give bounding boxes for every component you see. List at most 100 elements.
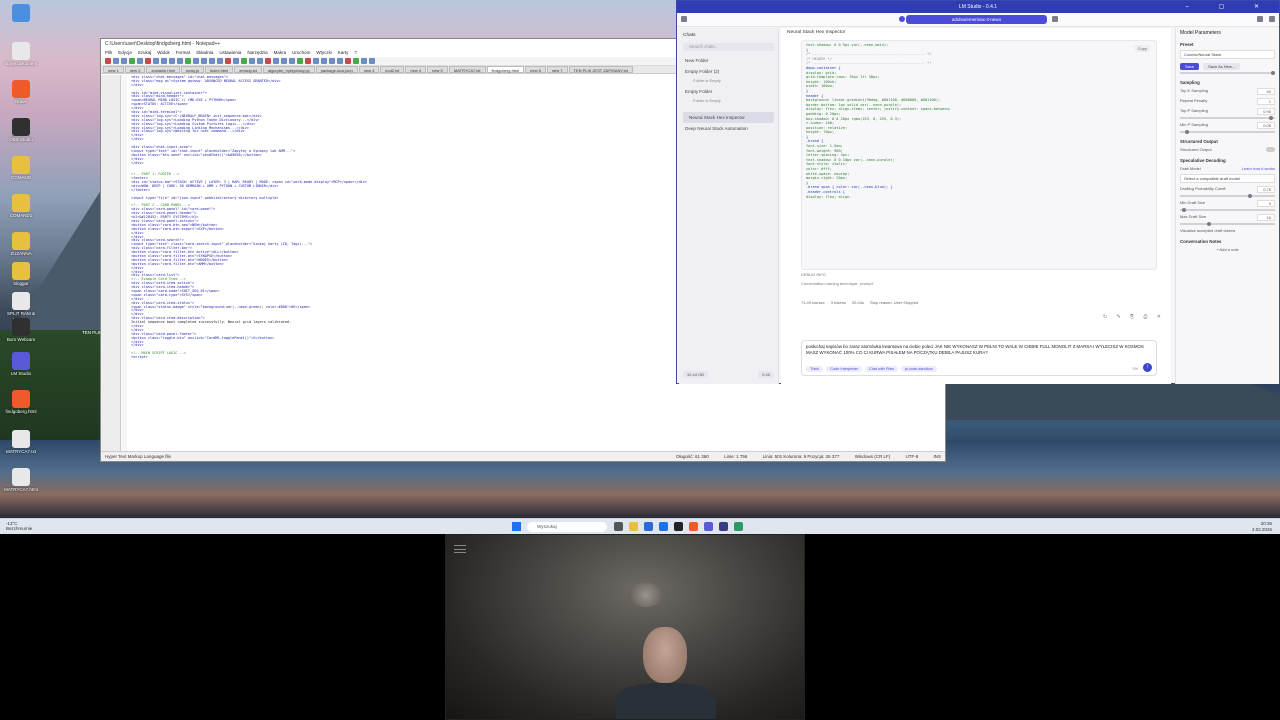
tool-chip[interactable]: Think bbox=[806, 366, 824, 372]
add-note-button[interactable]: + Add a note bbox=[1216, 247, 1239, 252]
lmstudio-window[interactable]: LM Studio - 0.4.1 – ▢ ✕ adolsu/emerinax-… bbox=[676, 0, 1280, 384]
toolbar-icon[interactable] bbox=[369, 58, 375, 64]
repeat-input[interactable]: 1 bbox=[1257, 98, 1275, 105]
desktop-icon[interactable] bbox=[4, 4, 38, 23]
taskbar-app-icon[interactable] bbox=[674, 522, 683, 531]
toolbar-icon[interactable] bbox=[265, 58, 271, 64]
tool-chip[interactable]: js-code-sandbox bbox=[900, 366, 937, 372]
toolbar-icon[interactable] bbox=[153, 58, 159, 64]
file-tab[interactable]: new 1 bbox=[103, 66, 124, 73]
file-tab[interactable]: zmiany.txt bbox=[234, 66, 262, 73]
chat-search-input[interactable]: Search chats... bbox=[683, 43, 774, 51]
draft-link[interactable]: Learn how it works bbox=[1242, 166, 1275, 171]
composer-input[interactable]: posłuchaj napisów bo zaraz atomówka kwan… bbox=[802, 341, 1156, 358]
file-tab[interactable]: MATRYCA7.txt bbox=[448, 66, 486, 73]
desktop-icon[interactable]: MATRYCA7.html bbox=[4, 468, 38, 493]
toolbar-icon[interactable] bbox=[337, 58, 343, 64]
toolbar-icon[interactable] bbox=[105, 58, 111, 64]
draft-select[interactable]: Select a compatible draft model bbox=[1180, 174, 1275, 183]
taskbar-app-icon[interactable] bbox=[704, 522, 713, 531]
toolbar-icon[interactable] bbox=[137, 58, 143, 64]
toolbar-icon[interactable] bbox=[169, 58, 175, 64]
desktop-icon[interactable]: COMAND bbox=[4, 156, 38, 181]
menu-item[interactable]: Edycja bbox=[118, 50, 132, 55]
tool-chip[interactable]: Chat with Files bbox=[864, 366, 898, 372]
menu-item[interactable]: Format bbox=[176, 50, 190, 55]
menu-item[interactable]: Makra bbox=[274, 50, 287, 55]
lock-icon[interactable] bbox=[1052, 16, 1058, 22]
toolbar-icon[interactable] bbox=[145, 58, 151, 64]
context-slider[interactable] bbox=[1180, 71, 1276, 75]
sampling-section[interactable]: Sampling bbox=[1180, 80, 1275, 85]
minp-slider[interactable] bbox=[1180, 130, 1275, 134]
structured-toggle[interactable] bbox=[1266, 147, 1275, 152]
toolbar-icon[interactable] bbox=[353, 58, 359, 64]
file-tab[interactable]: new 6 bbox=[525, 66, 546, 73]
file-tab[interactable]: algorytm_hybrydowy.py bbox=[262, 66, 315, 73]
minp-input[interactable]: 0.05 bbox=[1257, 122, 1275, 129]
taskbar-app-icon[interactable] bbox=[629, 522, 638, 531]
save-as-button[interactable]: Save As New... bbox=[1203, 63, 1241, 70]
message-actions[interactable]: ↻ ✎ ⎘ ⎙ ✕ bbox=[1103, 314, 1165, 320]
cutoff-input[interactable]: 0.75 bbox=[1257, 186, 1275, 193]
settings-icon[interactable] bbox=[1269, 16, 1275, 22]
send-button[interactable]: ↑ bbox=[1143, 363, 1152, 372]
desktop-icon[interactable]: COMAND1 bbox=[4, 194, 38, 219]
taskbar-app-icon[interactable] bbox=[644, 522, 653, 531]
taskbar-app-icon[interactable] bbox=[734, 522, 743, 531]
menu-item[interactable]: Widok bbox=[157, 50, 170, 55]
toolbar-icon[interactable] bbox=[305, 58, 311, 64]
folder-item[interactable]: Empty Folder bbox=[679, 86, 778, 97]
toolbar-icon[interactable] bbox=[257, 58, 263, 64]
weather-widget[interactable]: -13°C Bezchmurnie bbox=[6, 521, 32, 531]
file-tab[interactable]: new 5 bbox=[427, 66, 448, 73]
taskbar-app-icon[interactable] bbox=[689, 522, 698, 531]
desktop-icon[interactable]: LM Studio bbox=[4, 352, 38, 377]
speculative-section[interactable]: Speculative Decoding bbox=[1180, 158, 1275, 163]
model-selector[interactable]: adolsu/emerinax-3-newo bbox=[906, 15, 1047, 24]
file-tab[interactable]: findgoberg.html bbox=[486, 66, 525, 73]
desktop-icon[interactable]: MATRYCA7.txt bbox=[4, 430, 38, 455]
file-tab[interactable]: new 3 bbox=[358, 66, 380, 73]
notes-section[interactable]: Conversation Notes bbox=[1180, 239, 1275, 244]
taskbar-app-icon[interactable] bbox=[719, 522, 728, 531]
toolbar-icon[interactable] bbox=[113, 58, 119, 64]
start-button[interactable] bbox=[512, 522, 521, 531]
menu-item[interactable]: Plik bbox=[105, 50, 112, 55]
toolbar-icon[interactable] bbox=[321, 58, 327, 64]
menu-item[interactable]: Ustawienia bbox=[219, 50, 241, 55]
file-tab[interactable]: index.html bbox=[205, 66, 234, 73]
chat-item[interactable]: Deep Neural Stack Automation bbox=[679, 123, 778, 134]
file-tab[interactable]: nowy.js bbox=[180, 66, 204, 73]
toolbar-icon[interactable] bbox=[329, 58, 335, 64]
topk-input[interactable]: 40 bbox=[1257, 88, 1275, 95]
toolbar-icon[interactable] bbox=[273, 58, 279, 64]
desktop-icon[interactable]: Brave bbox=[4, 80, 38, 105]
toolbar-icon[interactable] bbox=[313, 58, 319, 64]
desktop-icon[interactable]: findgoberg.html bbox=[4, 390, 38, 415]
toolbar-icon[interactable] bbox=[161, 58, 167, 64]
toolbar-icon[interactable] bbox=[121, 58, 127, 64]
max-draft-slider[interactable] bbox=[1180, 222, 1275, 226]
file-tab[interactable]: TEN PLIK JEST ZAPISANY.txt bbox=[568, 66, 633, 73]
toolbar-icon[interactable] bbox=[281, 58, 287, 64]
menu-item[interactable]: Uruchom bbox=[292, 50, 310, 55]
toolbar-icon[interactable] bbox=[217, 58, 223, 64]
toolbar-icon[interactable] bbox=[225, 58, 231, 64]
desktop-icon[interactable]: bloggar bbox=[4, 262, 38, 287]
message-composer[interactable]: posłuchaj napisów bo zaraz atomówka kwan… bbox=[801, 340, 1157, 376]
menu-item[interactable]: Składnia bbox=[196, 50, 213, 55]
file-tab[interactable]: package-lock.json bbox=[315, 66, 358, 73]
taskbar-app-icon[interactable] bbox=[659, 522, 668, 531]
copy-button[interactable]: Copy bbox=[1134, 45, 1150, 52]
eject-icon[interactable] bbox=[899, 16, 905, 22]
toolbar-icon[interactable] bbox=[185, 58, 191, 64]
taskbar-search[interactable]: Wyszukaj bbox=[527, 522, 607, 532]
cutoff-slider[interactable] bbox=[1180, 194, 1275, 198]
file-tab[interactable]: new 2 bbox=[124, 66, 146, 73]
toolbar-icon[interactable] bbox=[209, 58, 215, 64]
desktop-icon[interactable]: Nowy dokument bbox=[4, 42, 38, 67]
file-tab[interactable]: new 7 bbox=[546, 66, 568, 73]
save-preset-button[interactable]: Save bbox=[1180, 63, 1200, 70]
folder-item[interactable]: Empty Folder (2) bbox=[679, 66, 778, 77]
